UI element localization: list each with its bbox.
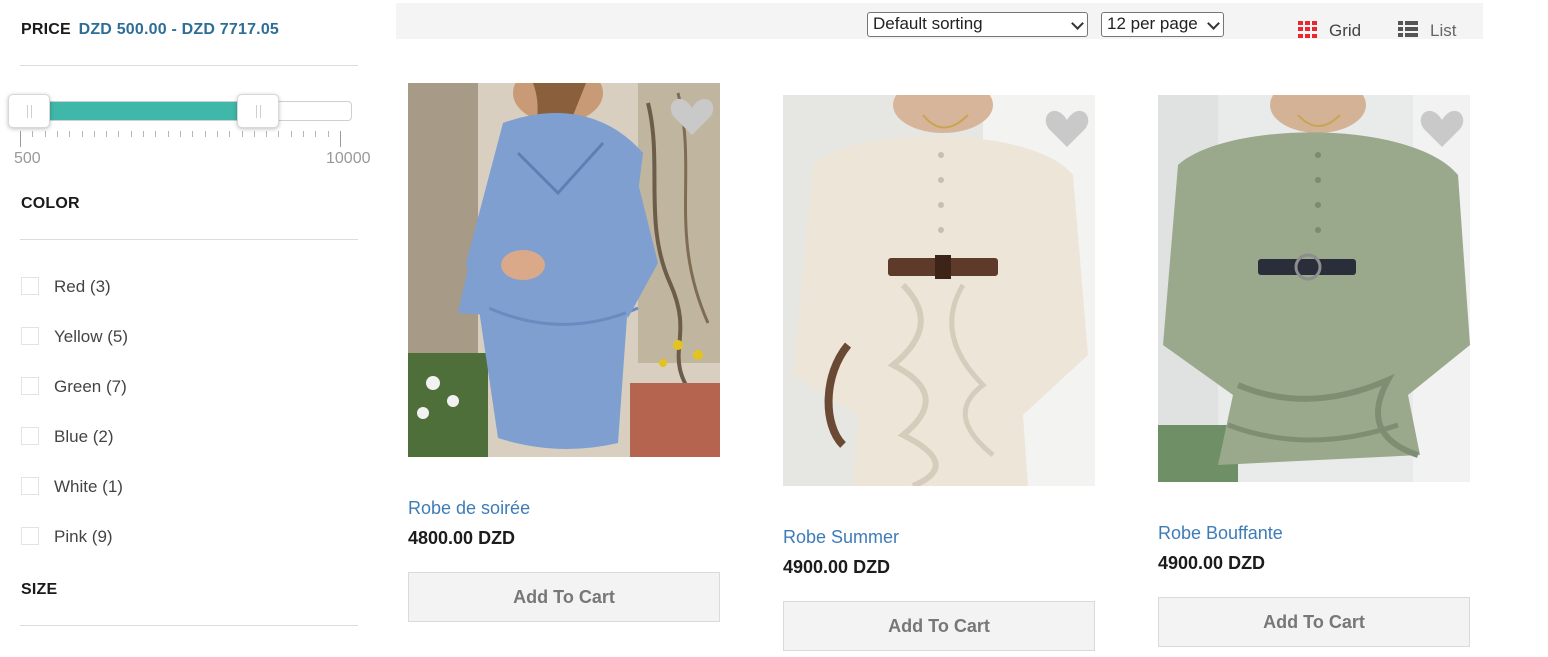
divider xyxy=(20,239,358,240)
slider-tick xyxy=(20,131,21,147)
color-checkbox[interactable] xyxy=(21,527,39,545)
product-price: 4900.00 DZD xyxy=(1158,553,1266,573)
price-slider-range xyxy=(29,102,259,120)
slider-tick xyxy=(290,131,292,137)
product-price: 4800.00 DZD xyxy=(408,528,516,548)
sort-select-value: Default sorting xyxy=(873,14,983,33)
color-option-blue[interactable]: Blue (2) xyxy=(21,420,221,450)
grid-icon xyxy=(1298,21,1317,38)
color-option-label: Blue (2) xyxy=(54,427,114,446)
price-filter-label: PRICE xyxy=(21,21,71,38)
product-name-link[interactable]: Robe de soirée xyxy=(408,498,530,519)
slider-tick xyxy=(266,131,268,137)
divider xyxy=(20,625,358,626)
slider-tick xyxy=(155,131,157,137)
color-option-label: White (1) xyxy=(54,477,123,496)
add-to-cart-button[interactable]: Add To Cart xyxy=(783,601,1095,651)
color-checkbox[interactable] xyxy=(21,377,39,395)
color-checkbox[interactable] xyxy=(21,277,39,295)
slider-tick xyxy=(192,131,194,137)
slider-tick xyxy=(180,131,181,137)
slider-tick xyxy=(81,131,83,137)
color-checkbox[interactable] xyxy=(21,327,39,345)
slider-tick xyxy=(303,131,305,137)
add-to-cart-button[interactable]: Add To Cart xyxy=(408,572,720,622)
price-slider-ticks xyxy=(20,131,341,147)
color-option-label: Red (3) xyxy=(54,277,111,296)
color-option-red[interactable]: Red (3) xyxy=(21,270,221,300)
price-max-label: 10000 xyxy=(326,150,371,167)
slider-tick xyxy=(253,131,255,137)
slider-tick xyxy=(229,131,231,137)
slider-tick xyxy=(278,131,280,137)
product-name-link[interactable]: Robe Summer xyxy=(783,527,899,548)
color-option-label: Green (7) xyxy=(54,377,127,396)
slider-tick xyxy=(204,131,206,137)
color-checkbox[interactable] xyxy=(21,477,39,495)
slider-tick xyxy=(340,131,341,147)
chevron-down-icon xyxy=(1207,17,1220,30)
color-checkbox[interactable] xyxy=(21,427,39,445)
slider-tick xyxy=(327,131,329,137)
heart-icon[interactable] xyxy=(670,97,714,137)
color-option-pink[interactable]: Pink (9) xyxy=(21,520,221,550)
product-image[interactable] xyxy=(1158,95,1470,482)
slider-tick xyxy=(56,131,58,137)
color-option-yellow[interactable]: Yellow (5) xyxy=(21,320,221,350)
price-slider-max-handle[interactable] xyxy=(237,94,280,128)
slider-tick xyxy=(130,131,132,137)
heart-icon[interactable] xyxy=(1045,109,1089,149)
color-option-label: Yellow (5) xyxy=(54,327,129,346)
chevron-down-icon xyxy=(1071,17,1084,30)
price-slider-min-handle[interactable] xyxy=(8,94,50,128)
size-filter-title: SIZE xyxy=(21,581,58,598)
price-range-text: DZD 500.00 - DZD 7717.05 xyxy=(78,21,280,38)
slider-tick xyxy=(118,131,120,137)
grid-view-label: Grid xyxy=(1329,21,1362,40)
slider-tick xyxy=(167,131,169,137)
slider-tick xyxy=(315,131,317,137)
shop-toolbar: Default sorting 12 per page Grid List xyxy=(396,3,1483,40)
price-slider[interactable] xyxy=(8,94,352,128)
add-to-cart-button[interactable]: Add To Cart xyxy=(1158,597,1470,647)
product-price: 4900.00 DZD xyxy=(783,557,891,577)
slider-tick xyxy=(143,131,145,137)
filter-sidebar: PRICE DZD 500.00 - DZD 7717.05 500 10000… xyxy=(0,0,380,657)
color-option-label: Pink (9) xyxy=(54,527,113,546)
sort-select[interactable]: Default sorting xyxy=(867,12,1088,37)
product-image[interactable] xyxy=(408,83,720,457)
color-option-green[interactable]: Green (7) xyxy=(21,370,221,400)
price-min-label: 500 xyxy=(14,150,41,167)
slider-tick xyxy=(93,131,95,137)
list-icon xyxy=(1398,21,1418,38)
color-filter-title: COLOR xyxy=(21,195,80,212)
divider xyxy=(20,65,358,66)
product-name-link[interactable]: Robe Bouffante xyxy=(1158,523,1283,544)
per-page-select[interactable]: 12 per page xyxy=(1101,12,1224,37)
slider-tick xyxy=(32,131,34,137)
slider-tick xyxy=(69,131,71,137)
product-image[interactable] xyxy=(783,95,1095,486)
color-option-white[interactable]: White (1) xyxy=(21,470,221,500)
price-filter-title: PRICE DZD 500.00 - DZD 7717.05 xyxy=(21,21,279,39)
heart-icon[interactable] xyxy=(1420,109,1464,149)
per-page-select-value: 12 per page xyxy=(1107,14,1198,33)
slider-tick xyxy=(241,131,243,137)
slider-tick xyxy=(106,131,108,137)
slider-tick xyxy=(216,131,218,137)
list-view-label: List xyxy=(1430,21,1457,40)
slider-tick xyxy=(44,131,46,137)
